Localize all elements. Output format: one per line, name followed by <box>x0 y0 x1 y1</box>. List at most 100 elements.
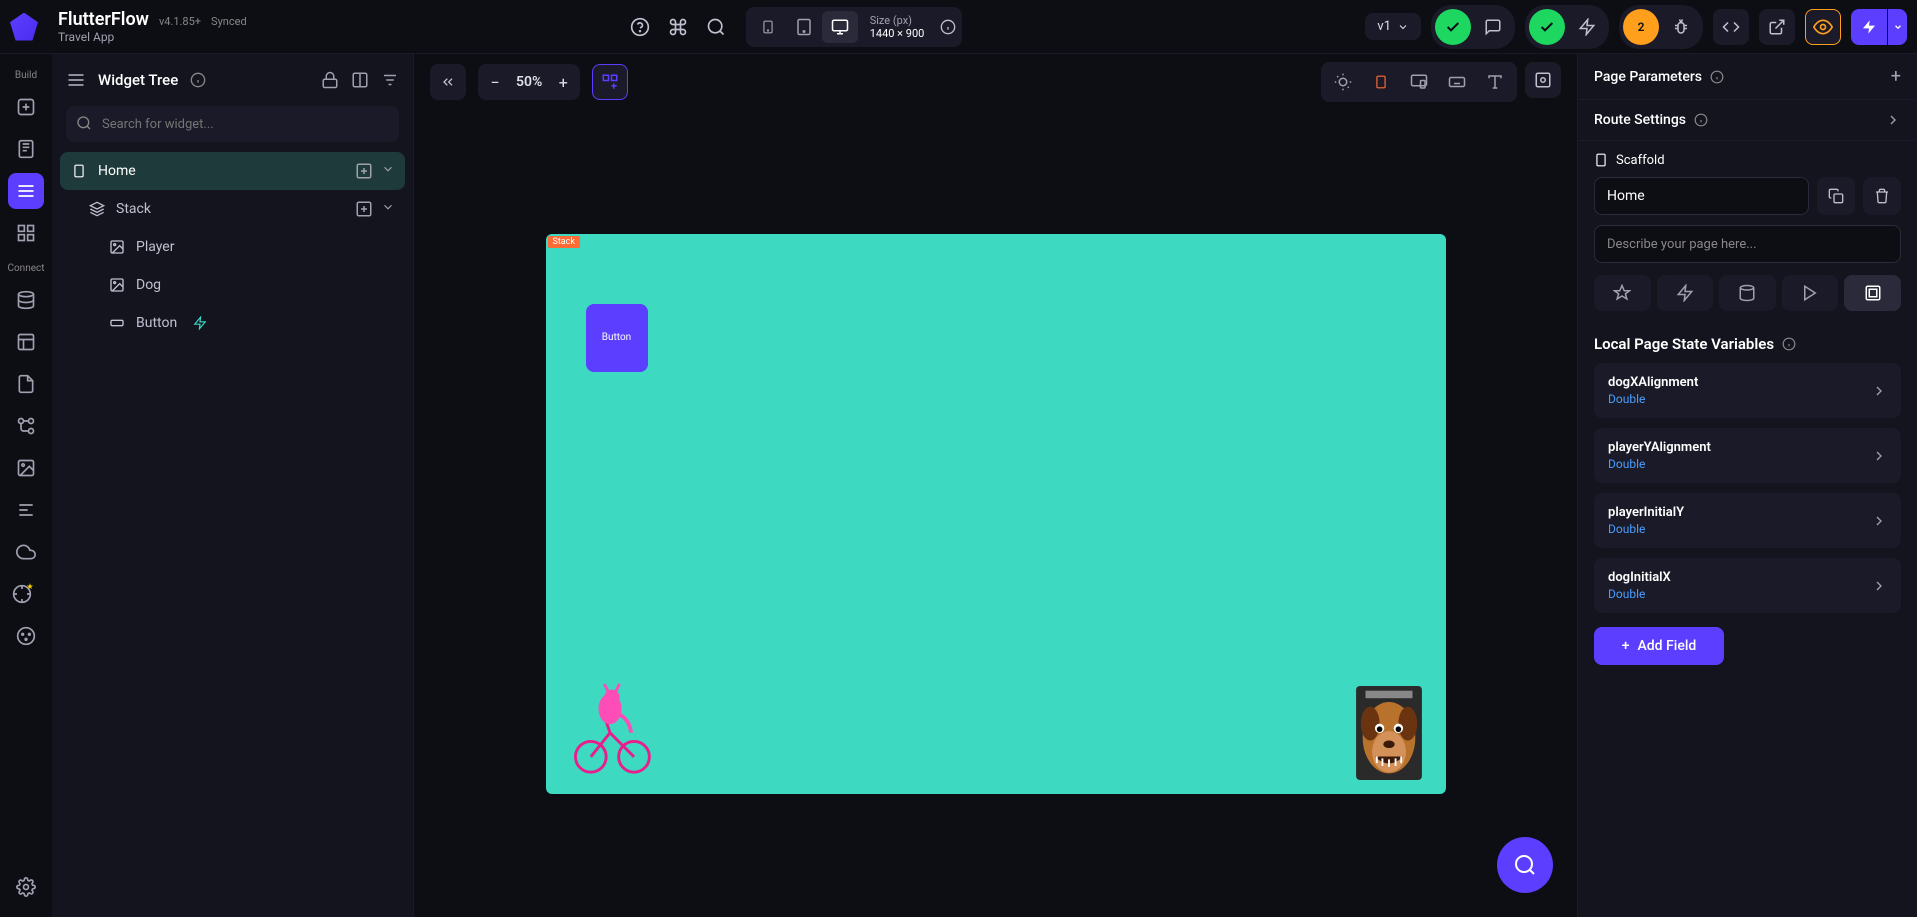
rail-tests-button[interactable]: ★ <box>8 576 44 612</box>
tab-actions[interactable] <box>1657 275 1714 311</box>
version-label: v4.1.85+ <box>159 15 201 28</box>
run-button[interactable] <box>1851 9 1887 45</box>
rail-firestore-button[interactable] <box>8 282 44 318</box>
var-list: dogXAlignment Double playerYAlignmentDoub… <box>1578 363 1917 613</box>
add-param-button[interactable]: + <box>1891 66 1901 87</box>
player-sprite[interactable] <box>562 680 658 776</box>
keyboard-view-button[interactable] <box>1439 66 1475 98</box>
search-input[interactable] <box>66 106 399 142</box>
rail-build-label: Build <box>15 70 37 81</box>
tab-backend[interactable] <box>1719 275 1776 311</box>
issues-badge[interactable]: 2 <box>1623 9 1659 45</box>
plus-icon: + <box>1622 638 1630 654</box>
rail-settings-button[interactable] <box>8 869 44 905</box>
canvas-button-widget[interactable]: Button <box>586 304 648 372</box>
delete-page-button[interactable] <box>1863 177 1901 215</box>
command-icon[interactable] <box>668 17 688 37</box>
copy-name-button[interactable] <box>1817 177 1855 215</box>
columns-icon[interactable] <box>351 71 369 89</box>
button-icon <box>108 314 126 332</box>
tree-icon <box>66 70 86 90</box>
var-name: dogXAlignment <box>1608 375 1698 390</box>
zoom-out-button[interactable]: − <box>478 64 512 100</box>
route-settings-section[interactable]: Route Settings <box>1578 100 1917 141</box>
check-button[interactable] <box>1529 9 1565 45</box>
tree-player[interactable]: Player <box>60 228 405 266</box>
add-field-button[interactable]: + Add Field <box>1594 627 1724 665</box>
text-scale-button[interactable] <box>1477 66 1513 98</box>
comments-button[interactable] <box>1475 9 1511 45</box>
canvas-settings-button[interactable] <box>1525 62 1561 98</box>
tab-animations[interactable] <box>1782 275 1839 311</box>
view-mode-group <box>1321 62 1517 102</box>
rail-storyboard-button[interactable] <box>8 215 44 251</box>
multiselect-button[interactable] <box>592 64 628 100</box>
open-external-button[interactable] <box>1759 9 1795 45</box>
tree-dog[interactable]: Dog <box>60 266 405 304</box>
size-label: Size (px) <box>870 14 925 27</box>
preview-button[interactable] <box>1805 9 1841 45</box>
add-component-icon[interactable] <box>355 162 373 180</box>
tree-stack[interactable]: Stack <box>60 190 405 228</box>
info-icon[interactable] <box>190 72 206 88</box>
page-params-section[interactable]: Page Parameters + <box>1578 54 1917 100</box>
size-info-icon[interactable] <box>938 17 958 37</box>
right-panel: Page Parameters + Route Settings Scaffol… <box>1577 54 1917 917</box>
collapse-panel-button[interactable] <box>430 64 466 100</box>
rail-functions-button[interactable] <box>8 492 44 528</box>
chevron-down-icon[interactable] <box>381 162 395 176</box>
device-phone-button[interactable] <box>750 11 786 43</box>
light-mode-button[interactable] <box>1325 66 1361 98</box>
run-combo <box>1851 9 1907 45</box>
rail-cloud-button[interactable] <box>8 534 44 570</box>
rail-media-button[interactable] <box>8 450 44 486</box>
panel-header: Widget Tree <box>52 54 413 106</box>
tree-page-home[interactable]: Home <box>60 152 405 190</box>
device-view-button[interactable] <box>1363 66 1399 98</box>
var-card[interactable]: playerInitialYDouble <box>1594 493 1901 548</box>
panel-title: Widget Tree <box>98 71 178 89</box>
image-icon <box>108 276 126 294</box>
var-card[interactable]: playerYAlignmentDouble <box>1594 428 1901 483</box>
rail-add-button[interactable] <box>8 89 44 125</box>
rail-appstate-button[interactable] <box>8 366 44 402</box>
canvas-toolbar: − 50% + <box>414 54 1577 110</box>
bug-button[interactable] <box>1663 9 1699 45</box>
canvas-viewport[interactable]: Stack Button <box>414 110 1577 917</box>
device-tablet-button[interactable] <box>786 11 822 43</box>
tab-state[interactable] <box>1844 275 1901 311</box>
run-dropdown[interactable] <box>1887 9 1907 45</box>
sync-status: Synced <box>211 15 247 28</box>
lock-icon[interactable] <box>321 71 339 89</box>
rail-api-button[interactable] <box>8 408 44 444</box>
rail-datatypes-button[interactable] <box>8 324 44 360</box>
device-frame[interactable]: Stack Button <box>546 234 1446 794</box>
version-dropdown[interactable]: v1 <box>1365 13 1421 40</box>
filter-icon[interactable] <box>381 71 399 89</box>
code-button[interactable] <box>1713 9 1749 45</box>
device-desktop-button[interactable] <box>822 11 858 43</box>
search-icon[interactable] <box>706 17 726 37</box>
search-fab[interactable] <box>1497 837 1553 893</box>
rail-theme-button[interactable] <box>8 618 44 654</box>
zoom-in-button[interactable]: + <box>546 64 580 100</box>
optimize-button[interactable] <box>1569 9 1605 45</box>
chevron-down-icon[interactable] <box>381 200 395 214</box>
responsive-view-button[interactable] <box>1401 66 1437 98</box>
tab-style[interactable] <box>1594 275 1651 311</box>
tree-button[interactable]: Button <box>60 304 405 342</box>
tree-page-label: Home <box>98 163 136 179</box>
status-ok-button[interactable] <box>1435 9 1471 45</box>
page-name-input[interactable] <box>1594 177 1809 215</box>
page-description-input[interactable]: Describe your page here... <box>1594 225 1901 263</box>
rail-pages-button[interactable] <box>8 131 44 167</box>
var-card[interactable]: dogXAlignment Double <box>1594 363 1901 418</box>
add-icon[interactable] <box>355 200 373 218</box>
image-icon <box>108 238 126 256</box>
widget-tree-panel: Widget Tree Home <box>52 54 414 917</box>
var-type: Double <box>1608 392 1698 406</box>
rail-tree-button[interactable] <box>8 173 44 209</box>
var-card[interactable]: dogInitialXDouble <box>1594 558 1901 613</box>
dog-sprite[interactable] <box>1356 686 1422 780</box>
help-icon[interactable] <box>630 17 650 37</box>
